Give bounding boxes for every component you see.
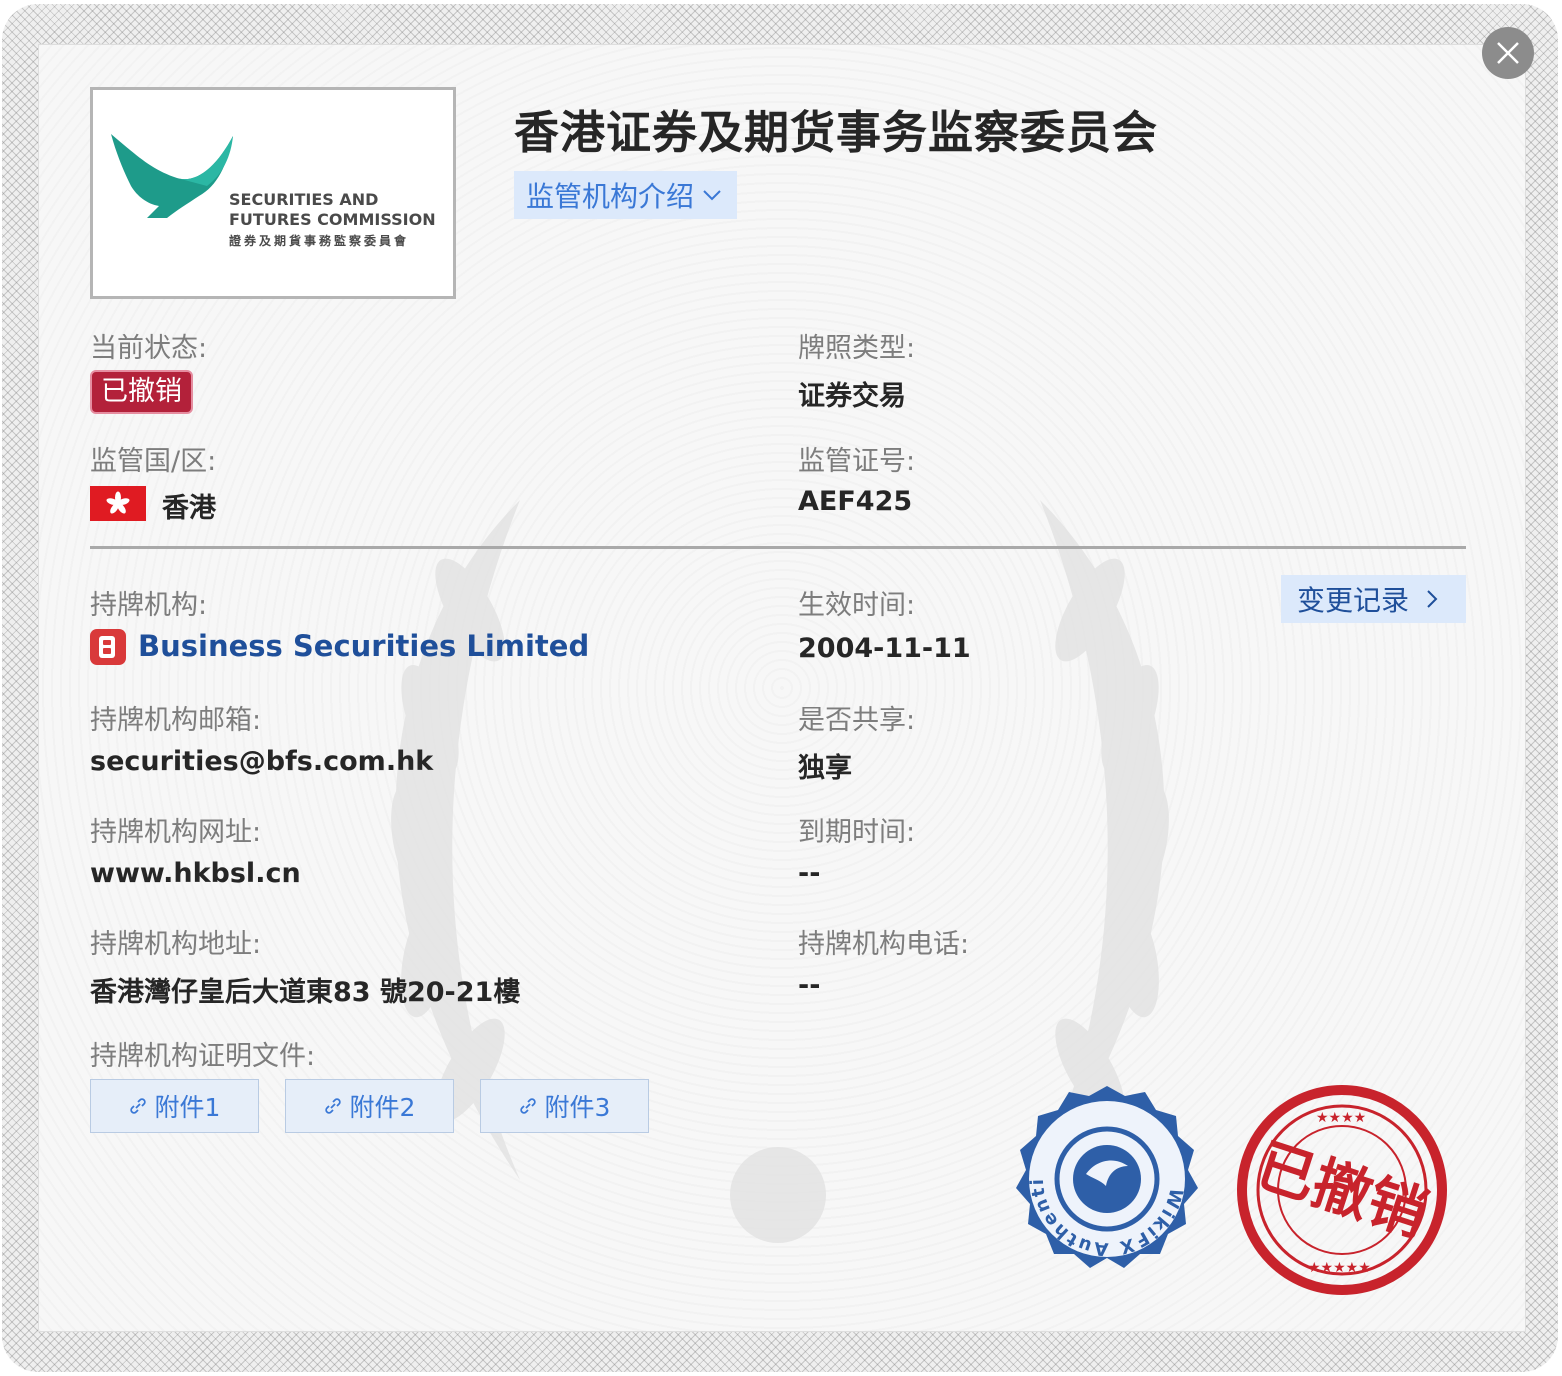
hk-flag-icon: [90, 486, 146, 521]
region-value: 香港: [162, 493, 216, 524]
holder-link[interactable]: Business Securities Limited: [138, 629, 589, 663]
attachment-3-button[interactable]: 附件3: [480, 1079, 649, 1133]
shared-value: 独享: [798, 753, 852, 784]
link-icon: [324, 1098, 341, 1114]
attachment-1-button[interactable]: 附件1: [90, 1079, 259, 1133]
license-no-label: 监管证号:: [798, 446, 916, 477]
license-no-value: AEF425: [798, 486, 913, 517]
close-icon: [1497, 42, 1519, 64]
regulator-logo: SECURITIES AND FUTURES COMMISSION 證券及期貨事…: [90, 87, 456, 299]
expiry-value: --: [798, 858, 821, 889]
address-label: 持牌机构地址:: [90, 929, 262, 960]
page-title: 香港证券及期货事务监察委员会: [514, 106, 1159, 159]
logo-line-2: FUTURES COMMISSION: [229, 210, 436, 229]
regulator-intro-button[interactable]: 监管机构介绍: [514, 171, 737, 219]
region-label: 监管国/区:: [90, 446, 217, 477]
svg-text:★★★★★: ★★★★★: [1308, 1260, 1371, 1276]
link-icon: [129, 1098, 146, 1114]
phone-label: 持牌机构电话:: [798, 929, 970, 960]
expiry-label: 到期时间:: [798, 817, 916, 848]
chevron-down-icon: [703, 190, 721, 201]
logo-line-3: 證券及期貨事務監察委員會: [229, 234, 410, 248]
logo-line-1: SECURITIES AND: [229, 190, 379, 209]
regulator-intro-label: 监管机构介绍: [526, 180, 695, 213]
close-button[interactable]: [1482, 27, 1534, 79]
website-value: www.hkbsl.cn: [90, 858, 301, 889]
email-value: securities@bfs.com.hk: [90, 746, 434, 777]
section-divider: [90, 546, 1466, 549]
email-label: 持牌机构邮箱:: [90, 705, 262, 736]
holder-label: 持牌机构:: [90, 590, 208, 621]
authentication-stamp: WikiFX Authentication Center: [1004, 1082, 1198, 1268]
revoked-stamp-text: 已撤销: [1249, 1131, 1436, 1249]
address-value: 香港灣仔皇后大道東83 號20-21樓: [90, 977, 521, 1008]
attachment-1-label: 附件1: [154, 1093, 221, 1122]
attachment-2-button[interactable]: 附件2: [285, 1079, 454, 1133]
license-type-label: 牌照类型:: [798, 333, 916, 364]
effective-date-value: 2004-11-11: [798, 633, 971, 664]
attachment-2-label: 附件2: [349, 1093, 416, 1122]
change-log-label: 变更记录: [1297, 584, 1410, 617]
company-logo-icon: [90, 629, 126, 665]
status-label: 当前状态:: [90, 333, 208, 364]
attachment-3-label: 附件3: [544, 1093, 611, 1122]
status-badge: 已撤销: [90, 370, 193, 414]
shared-label: 是否共享:: [798, 705, 916, 736]
phone-value: --: [798, 970, 821, 1001]
license-type-value: 证券交易: [798, 381, 906, 412]
effective-date-label: 生效时间:: [798, 590, 916, 621]
link-icon: [519, 1098, 536, 1114]
revoked-stamp: ★★★★ ★★★★★ 已撤销: [1237, 1085, 1447, 1295]
change-log-button[interactable]: 变更记录: [1281, 575, 1466, 623]
website-label: 持牌机构网址:: [90, 817, 262, 848]
svg-text:★★★★: ★★★★: [1316, 1110, 1366, 1126]
eagle-logo-icon: [111, 134, 233, 218]
chevron-right-icon: [1427, 590, 1438, 608]
docs-label: 持牌机构证明文件:: [90, 1041, 316, 1072]
